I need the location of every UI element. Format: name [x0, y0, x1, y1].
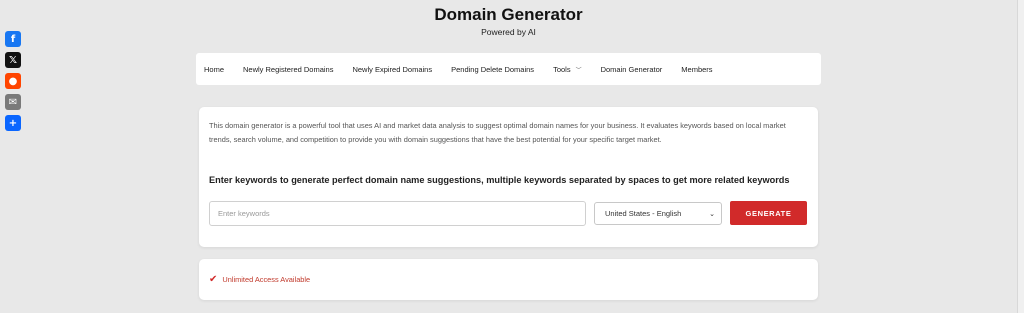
nav-item-tools[interactable]: Tools ﹀ — [553, 65, 582, 74]
nav-label: Tools — [553, 64, 571, 74]
nav-item-domain-generator[interactable]: Domain Generator — [601, 65, 663, 74]
access-card: ✔ Unlimited Access Available — [199, 259, 818, 300]
nav-label: Newly Expired Domains — [352, 64, 433, 74]
page-title: Domain Generator — [434, 5, 583, 24]
reddit-icon[interactable]: ● — [5, 73, 21, 89]
share-sidebar: f 𝕏 ● ✉ + — [5, 31, 21, 131]
keywords-input[interactable] — [209, 201, 586, 226]
nav-label: Pending Delete Domains — [451, 64, 535, 74]
share-plus-icon[interactable]: + — [5, 115, 21, 131]
page-subtitle: Powered by AI — [481, 27, 536, 37]
generator-description: This domain generator is a powerful tool… — [209, 121, 786, 144]
checkmark-icon: ✔ — [209, 274, 218, 285]
locale-select[interactable]: United States - English ⌄ — [594, 202, 722, 225]
x-icon[interactable]: 𝕏 — [5, 52, 21, 68]
chevron-down-icon: ﹀ — [575, 67, 582, 74]
nav-item-members[interactable]: Members — [681, 65, 712, 74]
page-scrollbar[interactable] — [1017, 0, 1024, 313]
generator-heading: Enter keywords to generate perfect domai… — [209, 175, 790, 185]
nav-label: Home — [204, 64, 225, 74]
locale-selected-value: United States - English — [605, 209, 682, 218]
nav-item-home[interactable]: Home — [204, 65, 224, 74]
generate-button[interactable]: GENERATE — [730, 201, 807, 225]
email-icon[interactable]: ✉ — [5, 94, 21, 110]
nav-label: Newly Registered Domains — [243, 64, 334, 74]
nav-item-pending-delete[interactable]: Pending Delete Domains — [451, 65, 534, 74]
chevron-down-icon: ⌄ — [709, 210, 715, 218]
nav-label: Members — [681, 64, 713, 74]
access-label: Unlimited Access Available — [222, 275, 311, 284]
nav-label: Domain Generator — [600, 64, 663, 74]
nav-item-newly-expired[interactable]: Newly Expired Domains — [352, 65, 432, 74]
nav-item-newly-registered[interactable]: Newly Registered Domains — [243, 65, 333, 74]
main-nav: Home Newly Registered Domains Newly Expi… — [196, 53, 821, 85]
